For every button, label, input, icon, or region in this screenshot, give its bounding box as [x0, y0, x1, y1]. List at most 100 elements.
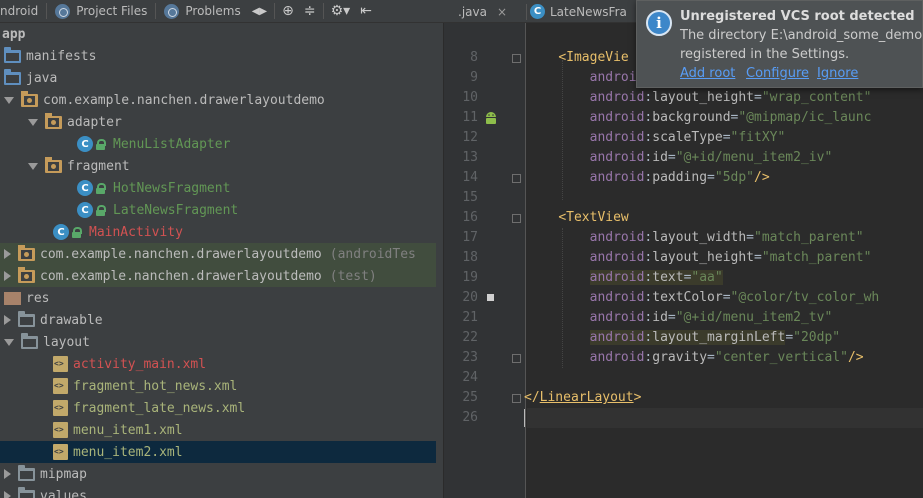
- folder-icon: [4, 68, 21, 85]
- tree-item-label: com.example.nanchen.drawerlayoutdemo: [43, 92, 325, 108]
- tree-item-menulistadapter[interactable]: C MenuListAdapter: [0, 133, 444, 155]
- tree-item-label: MenuListAdapter: [113, 136, 231, 152]
- code-line[interactable]: android:layout_width="match_parent": [527, 228, 864, 248]
- tree-item-package-test[interactable]: com.example.nanchen.drawerlayoutdemo (te…: [0, 265, 444, 287]
- editor-tab-java[interactable]: .java ×: [458, 0, 507, 22]
- tree-item-adapter[interactable]: adapter: [0, 111, 444, 133]
- tree-item-fragment[interactable]: fragment: [0, 155, 444, 177]
- panel-splitter[interactable]: [436, 23, 444, 498]
- code-line[interactable]: androi: [527, 68, 637, 88]
- tree-item-layout[interactable]: layout: [0, 331, 444, 353]
- fold-marker-icon[interactable]: [512, 394, 521, 403]
- lock-icon: [96, 204, 106, 216]
- code-line[interactable]: android:scaleType="fitXY": [527, 128, 786, 148]
- tree-item-activity-main-xml[interactable]: activity_main.xml: [0, 353, 444, 375]
- code-namespace: android: [589, 170, 645, 185]
- code-attribute: layout_height: [652, 250, 754, 265]
- tree-item-label: com.example.nanchen.drawerlayoutdemo: [40, 268, 322, 284]
- configure-link[interactable]: Configure: [746, 66, 809, 81]
- fold-marker-icon[interactable]: [512, 54, 521, 63]
- tree-item-manifests[interactable]: manifests: [0, 45, 444, 67]
- tree-item-values[interactable]: values: [0, 485, 444, 498]
- code-value: "20dp": [793, 330, 841, 345]
- code-attribute: background: [652, 110, 731, 125]
- collapse-arrow-icon[interactable]: [4, 315, 11, 325]
- code-line[interactable]: android:gravity="center_vertical"/>: [527, 348, 864, 368]
- editor-tab-label: .java: [458, 4, 487, 19]
- code-line[interactable]: android:layout_height="match_parent": [527, 248, 872, 268]
- code-line[interactable]: <TextView: [527, 208, 629, 228]
- line-number: 14: [462, 170, 478, 185]
- fold-marker-icon[interactable]: [512, 354, 521, 363]
- expand-arrow-icon[interactable]: [4, 96, 14, 104]
- tree-item-res[interactable]: res: [0, 287, 444, 309]
- collapse-arrow-icon[interactable]: [4, 271, 11, 281]
- code-line[interactable]: android:background="@mipmap/ic_launc: [527, 108, 872, 128]
- code-line[interactable]: <ImageVie: [527, 48, 629, 68]
- tab-android[interactable]: ndroid: [0, 0, 44, 23]
- tree-item-label: activity_main.xml: [73, 356, 207, 372]
- code-value: "match_parent": [754, 230, 864, 245]
- tab-problems[interactable]: Problems: [158, 0, 246, 23]
- line-number: 16: [462, 210, 478, 225]
- lock-icon: [96, 138, 106, 150]
- close-tab-icon[interactable]: ×: [497, 5, 507, 19]
- code-line[interactable]: android:layout_marginLeft="20dp": [527, 328, 840, 348]
- tree-item-java[interactable]: java: [0, 67, 444, 89]
- fold-marker-icon[interactable]: [512, 214, 521, 223]
- code-line[interactable]: </LinearLayout>: [524, 388, 641, 408]
- code-line[interactable]: android:id="@+id/menu_item2_tv": [527, 308, 833, 328]
- tree-item-package-androidtest[interactable]: com.example.nanchen.drawerlayoutdemo (an…: [0, 243, 444, 265]
- tab-project-files[interactable]: Project Files: [49, 0, 153, 23]
- tab-divider: [322, 3, 324, 19]
- expand-arrow-icon[interactable]: [28, 118, 38, 126]
- gear-icon[interactable]: ⚙▾: [326, 3, 356, 19]
- color-swatch-icon[interactable]: [487, 294, 494, 301]
- android-icon[interactable]: [483, 110, 499, 126]
- tree-item-hotnewsfragment[interactable]: C HotNewsFragment: [0, 177, 444, 199]
- code-line[interactable]: android:id="@+id/menu_item2_iv": [527, 148, 833, 168]
- code-attribute: id: [652, 150, 668, 165]
- tree-item-label: res: [26, 290, 50, 306]
- tab-divider: [46, 3, 48, 19]
- xml-file-icon: [53, 378, 68, 394]
- code-line[interactable]: android:textColor="@color/tv_color_wh: [527, 288, 880, 308]
- tree-item-drawable[interactable]: drawable: [0, 309, 444, 331]
- tree-item-menu-item1-xml[interactable]: menu_item1.xml: [0, 419, 444, 441]
- fold-marker-icon[interactable]: [512, 174, 521, 183]
- tree-item-label: manifests: [26, 48, 97, 64]
- tree-item-mainactivity[interactable]: C MainActivity: [0, 221, 444, 243]
- lock-icon: [96, 182, 106, 194]
- tree-item-menu-item2-xml[interactable]: menu_item2.xml: [0, 441, 444, 463]
- expand-arrow-icon[interactable]: [28, 162, 38, 170]
- collapse-arrow-icon[interactable]: [4, 491, 11, 498]
- collapse-arrow-icon[interactable]: [4, 469, 11, 479]
- code-namespace: android: [589, 270, 645, 285]
- collapse-arrow-icon[interactable]: [4, 249, 11, 259]
- hide-panel-icon[interactable]: ⇤: [355, 3, 377, 19]
- code-tag: ImageVie: [566, 50, 629, 65]
- code-namespace: android: [589, 110, 645, 125]
- code-namespace: android: [589, 290, 645, 305]
- locate-target-icon[interactable]: ⊕: [277, 3, 299, 19]
- line-number: 9: [470, 70, 478, 85]
- code-namespace: android: [589, 250, 645, 265]
- tree-item-package[interactable]: com.example.nanchen.drawerlayoutdemo: [0, 89, 444, 111]
- code-line[interactable]: android:layout_height="wrap_content": [527, 88, 872, 108]
- tree-item-mipmap[interactable]: mipmap: [0, 463, 444, 485]
- resource-folder-icon: [4, 291, 21, 305]
- tree-root-app[interactable]: app: [0, 23, 444, 45]
- add-root-link[interactable]: Add root: [680, 66, 735, 81]
- tree-item-fragment-late-news-xml[interactable]: fragment_late_news.xml: [0, 397, 444, 419]
- code-value: "@+id/menu_item2_iv": [675, 150, 833, 165]
- editor-tab-latenewsfragment[interactable]: C LateNewsFra: [530, 0, 627, 22]
- tabs-scroll-icon[interactable]: ◀▶: [247, 6, 272, 17]
- tree-item-fragment-hot-news-xml[interactable]: fragment_hot_news.xml: [0, 375, 444, 397]
- code-tag: TextView: [566, 210, 629, 225]
- collapse-all-icon[interactable]: ≑: [299, 3, 321, 19]
- expand-arrow-icon[interactable]: [4, 338, 14, 346]
- code-line[interactable]: android:text="aa": [527, 268, 723, 288]
- code-line[interactable]: android:padding="5dp"/>: [527, 168, 770, 188]
- ignore-link[interactable]: Ignore: [817, 66, 858, 81]
- tree-item-latenewsfragment[interactable]: C LateNewsFragment: [0, 199, 444, 221]
